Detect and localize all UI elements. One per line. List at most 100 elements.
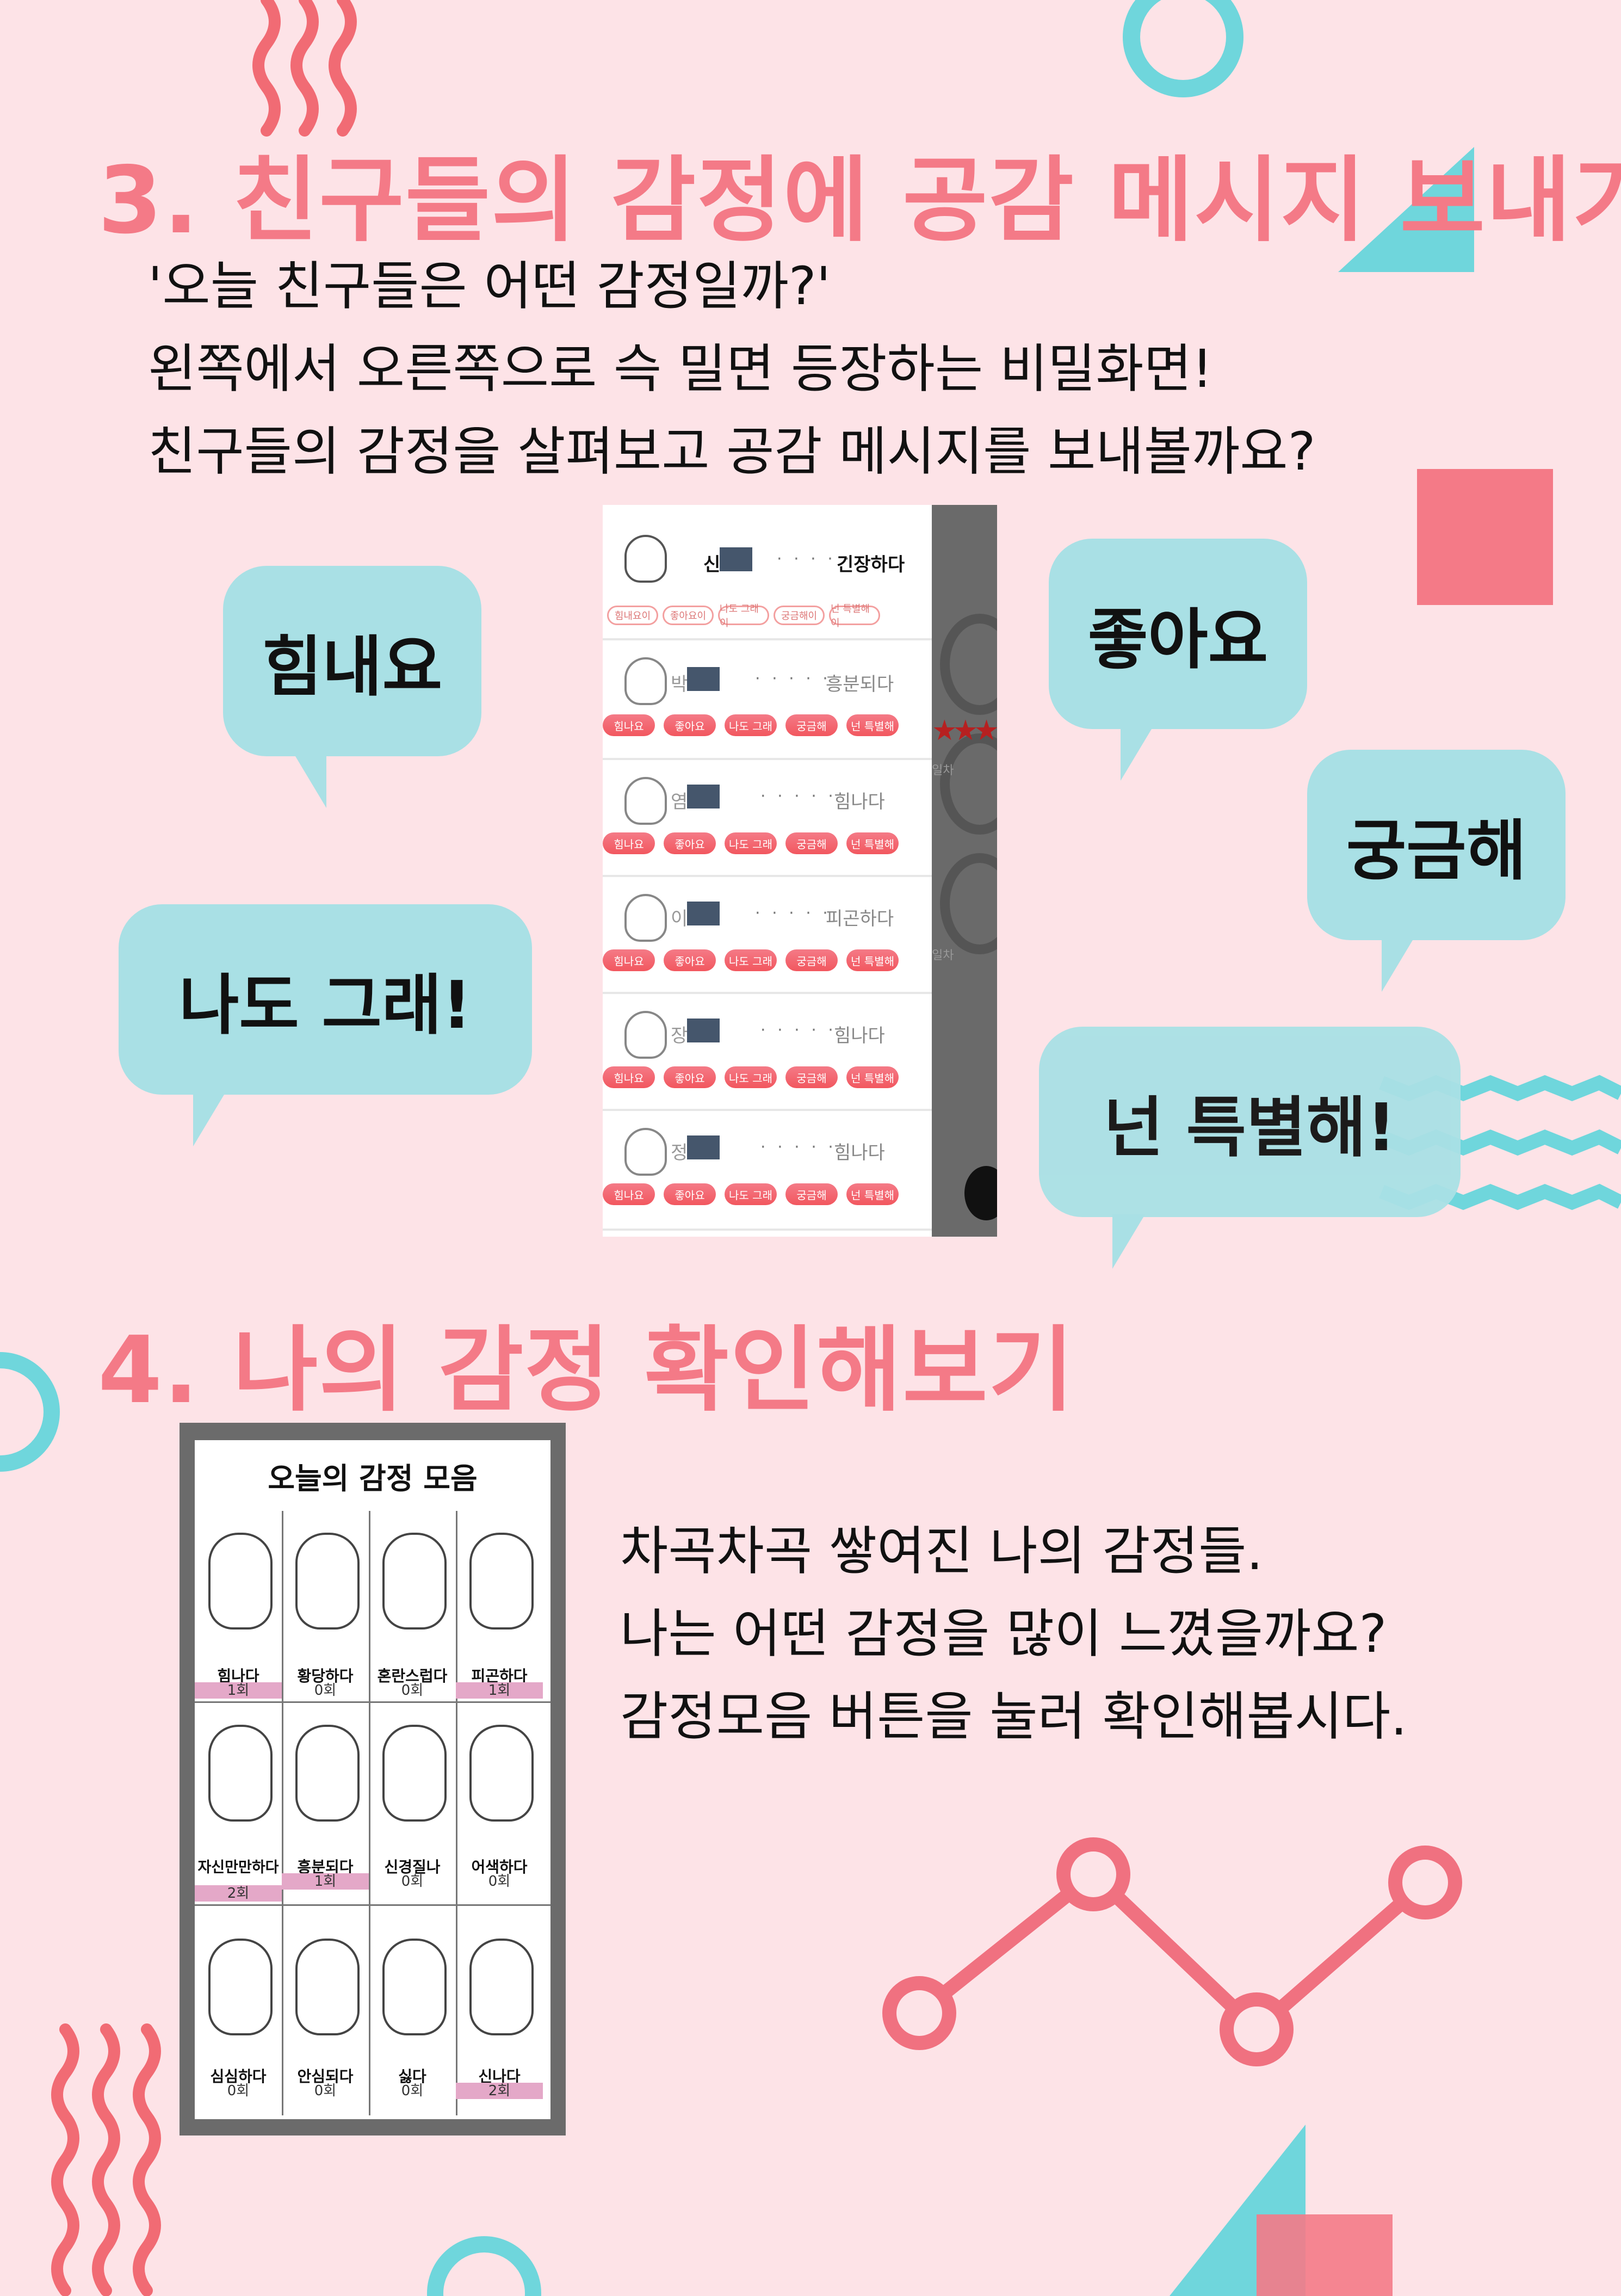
cheer-button[interactable]: 힘나요 xyxy=(603,949,655,971)
emotion-count: 2회 xyxy=(456,2083,543,2099)
collection-title: 오늘의 감정 모음 xyxy=(268,1461,478,1496)
cheer-button[interactable]: 힘나요 xyxy=(603,832,655,854)
friend-row: 박 · · · · · 흥분되다 힘나요 좋아요 나도 그래 궁금해 넌 특별해 xyxy=(603,646,932,760)
bubble-like-tail xyxy=(1121,726,1153,781)
section3-line-3: 친구들의 감정을 살펴보고 공감 메시지를 보내볼까요? xyxy=(148,421,1316,482)
top-button-2[interactable]: 좋아요이 xyxy=(663,606,714,625)
friend-name: 이 xyxy=(671,908,688,930)
bubble-special-tail xyxy=(1112,1214,1145,1269)
bubble-curious: 궁금해 xyxy=(1307,750,1566,940)
emotion-cell: 피곤하다 1회 xyxy=(456,1511,550,1703)
special-button[interactable]: 넌 특별해 xyxy=(846,949,899,971)
emotion-face-icon xyxy=(382,1533,447,1630)
emotion-count: 0회 xyxy=(227,2083,250,2099)
name-redaction xyxy=(687,667,720,691)
metoo-button[interactable]: 나도 그래 xyxy=(725,1066,777,1088)
emotion-count: 0회 xyxy=(314,1682,337,1699)
like-button[interactable]: 좋아요 xyxy=(664,1183,716,1205)
friend-name: 정 xyxy=(671,1142,688,1164)
emotion-collection-screen: 오늘의 감정 모음 힘나다 1회 황당하다 0회 혼란스럽다 0회 피곤하다 1… xyxy=(180,1423,566,2135)
friend-dots: · · · · · xyxy=(755,669,831,688)
emotion-count: 0회 xyxy=(314,2083,337,2099)
teal-circle-bottom xyxy=(427,2236,541,2296)
curious-button[interactable]: 궁금해 xyxy=(785,1066,838,1088)
friend-dots: · · · · · xyxy=(760,787,837,806)
emotion-count: 0회 xyxy=(401,1682,424,1699)
cheer-button[interactable]: 힘나요 xyxy=(603,714,655,736)
special-button[interactable]: 넌 특별해 xyxy=(846,1183,899,1205)
top-button-4[interactable]: 궁금해이 xyxy=(774,606,825,625)
like-button[interactable]: 좋아요 xyxy=(664,832,716,854)
emotion-cell: 신나다 2회 xyxy=(456,1906,550,2115)
bubble-like-text: 좋아요 xyxy=(1087,602,1269,678)
section4-title: 4. 나의 감정 확인해보기 xyxy=(98,1317,1075,1424)
emotion-count: 0회 xyxy=(401,1873,424,1890)
wavy-line-bottom-3 xyxy=(133,2023,161,2296)
curious-button[interactable]: 궁금해 xyxy=(785,949,838,971)
emotion-count: 1회 xyxy=(282,1873,369,1890)
emotion-cell: 싫다 0회 xyxy=(369,1906,457,2115)
bubble-metoo-tail xyxy=(193,1092,226,1146)
metoo-button[interactable]: 나도 그래 xyxy=(725,832,777,854)
metoo-button[interactable]: 나도 그래 xyxy=(725,949,777,971)
cheer-button[interactable]: 힘나요 xyxy=(603,1066,655,1088)
metoo-button[interactable]: 나도 그래 xyxy=(725,1183,777,1205)
wavy-line-bottom-2 xyxy=(92,2023,120,2296)
bubble-metoo: 나도 그래! xyxy=(119,904,532,1095)
friend-avatar-icon xyxy=(624,1011,667,1059)
like-button[interactable]: 좋아요 xyxy=(664,949,716,971)
section3-title: 3. 친구들의 감정에 공감 메시지 보내기 xyxy=(98,147,1621,255)
emotion-face-icon xyxy=(469,1533,534,1630)
emotion-count: 0회 xyxy=(488,1873,511,1890)
special-button[interactable]: 넌 특별해 xyxy=(846,832,899,854)
friend-row: 염 · · · · · 힘나다 힘나요 좋아요 나도 그래 궁금해 넌 특별해 xyxy=(603,761,932,877)
bubble-cheer: 힘내요 xyxy=(223,566,481,756)
emotion-face-icon xyxy=(208,1725,273,1822)
like-button[interactable]: 좋아요 xyxy=(664,714,716,736)
name-redaction xyxy=(687,1019,720,1042)
top-button-5[interactable]: 넌 특별해이 xyxy=(829,603,880,629)
emotion-face-icon xyxy=(382,1725,447,1822)
curious-button[interactable]: 궁금해 xyxy=(785,1183,838,1205)
friend-dots: · · · · · xyxy=(760,1138,837,1157)
name-redaction xyxy=(720,547,752,571)
name-redaction xyxy=(687,902,720,925)
curious-button[interactable]: 궁금해 xyxy=(785,832,838,854)
emotion-cell: 혼란스럽다 0회 xyxy=(369,1511,457,1703)
top-button-3[interactable]: 나도 그래이 xyxy=(718,603,769,629)
name-redaction xyxy=(687,785,720,808)
friend-row: 정 · · · · · 힘나다 힘나요 좋아요 나도 그래 궁금해 넌 특별해 xyxy=(603,1112,932,1231)
friend-avatar-icon xyxy=(624,535,667,583)
emotion-collection-panel: 오늘의 감정 모음 힘나다 1회 황당하다 0회 혼란스럽다 0회 피곤하다 1… xyxy=(195,1440,550,2119)
side-label-1: 일차 xyxy=(932,764,954,777)
section4-line-3: 감정모음 버튼을 눌러 확인해봅시다. xyxy=(620,1686,1407,1747)
emotion-count: 2회 xyxy=(195,1885,282,1902)
friend-row-top: 신 · · · · · 긴장하다 힘내요이 좋아요이 나도 그래이 궁금해이 넌… xyxy=(603,505,932,640)
emotion-face-icon xyxy=(295,1939,360,2035)
emotion-cell: 어색하다 0회 xyxy=(456,1703,550,1906)
cheer-button[interactable]: 힘나요 xyxy=(603,1183,655,1205)
star-icon: ★★★ xyxy=(932,714,997,747)
friend-avatar-icon xyxy=(624,1128,667,1176)
metoo-button[interactable]: 나도 그래 xyxy=(725,714,777,736)
emotion-label: 자신만만하다 xyxy=(197,1859,279,1876)
section3-line-2: 왼쪽에서 오른쪽으로 슥 밀면 등장하는 비밀화면! xyxy=(148,338,1213,399)
friend-feeling: 피곤하다 xyxy=(826,908,894,930)
bubble-special: 넌 특별해! xyxy=(1039,1027,1461,1217)
bubble-cheer-tail xyxy=(294,754,326,808)
teal-circle-left xyxy=(0,1352,60,1472)
top-button-1[interactable]: 힘내요이 xyxy=(607,606,658,625)
like-button[interactable]: 좋아요 xyxy=(664,1066,716,1088)
friend-feelings-screen: 일차 일차 ★★★ 신 · · · · · 긴장하다 힘내요이 좋아요이 나도 … xyxy=(603,505,997,1237)
special-button[interactable]: 넌 특별해 xyxy=(846,1066,899,1088)
friend-dots: · · · · · xyxy=(760,1021,837,1040)
bubble-curious-tail xyxy=(1382,937,1414,992)
curious-button[interactable]: 궁금해 xyxy=(785,714,838,736)
emotion-face-icon xyxy=(469,1939,534,2035)
emotion-cell: 심심하다 0회 xyxy=(195,1906,283,2115)
line-graph xyxy=(914,1865,1430,2039)
friend-row: 장 · · · · · 힘나다 힘나요 좋아요 나도 그래 궁금해 넌 특별해 xyxy=(603,995,932,1111)
bubble-special-text: 넌 특별해! xyxy=(1103,1090,1396,1166)
special-button[interactable]: 넌 특별해 xyxy=(846,714,899,736)
friend-row: 이 · · · · · 피곤하다 힘나요 좋아요 나도 그래 궁금해 넌 특별해 xyxy=(603,878,932,994)
